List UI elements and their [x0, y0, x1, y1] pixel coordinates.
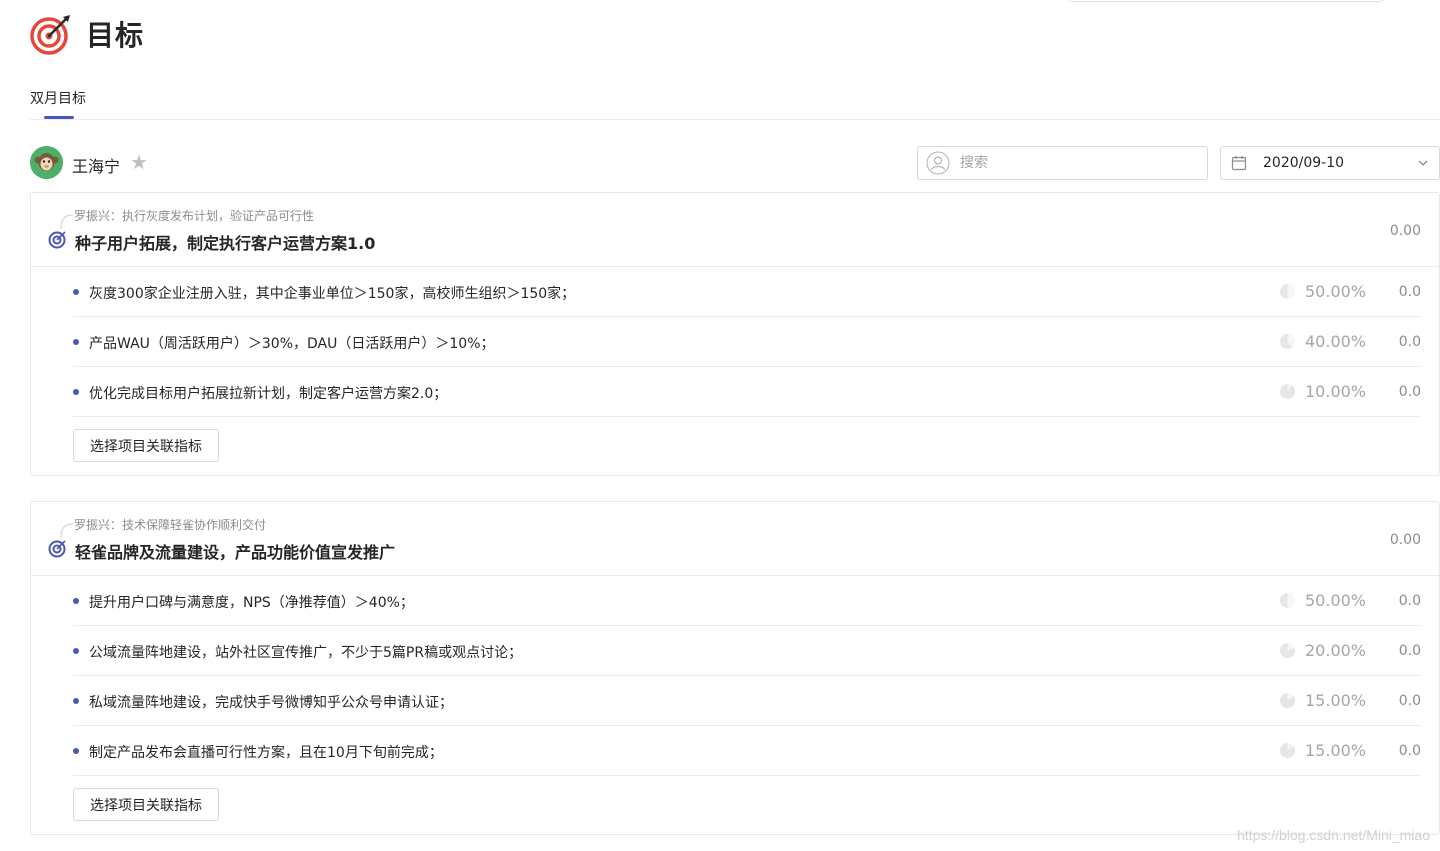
key-result-weight: 10.00% [1305, 382, 1367, 401]
tab-bar: 双月目标 [30, 86, 1440, 120]
date-value: 2020/09-10 [1263, 155, 1345, 171]
objective-title[interactable]: 轻雀品牌及流量建设，产品功能价值宣发推广 [75, 539, 395, 563]
bullet-icon [73, 748, 79, 754]
monkey-avatar-icon [30, 146, 63, 179]
select-linked-metrics-button[interactable]: 选择项目关联指标 [73, 788, 219, 821]
key-result-text: 公域流量阵地建设，站外社区宣传推广，不少于5篇PR稿或观点讨论； [89, 645, 523, 661]
weight-pie-icon [1280, 593, 1295, 608]
key-result-score: 0.0 [1398, 334, 1421, 350]
bullet-icon [73, 598, 79, 604]
objective-target-icon [48, 231, 66, 249]
key-result-weight: 15.00% [1305, 691, 1367, 710]
favorite-star-icon[interactable]: ★ [130, 152, 148, 172]
objective-card: 罗振兴：技术保障轻雀协作顺利交付 轻雀品牌及流量建设，产品功能价值宣发推广 0.… [30, 501, 1440, 835]
bullet-icon [73, 698, 79, 704]
objective-score: 0.00 [1389, 532, 1421, 548]
parent-link-icon [60, 214, 74, 230]
key-result-text: 制定产品发布会直播可行性方案，且在10月下旬前完成； [89, 745, 443, 761]
bullet-icon [73, 339, 79, 345]
key-result-score: 0.0 [1398, 384, 1421, 400]
key-result-row[interactable]: 提升用户口碑与满意度，NPS（净推荐值）＞40%； 50.00% 0.0 [73, 576, 1421, 626]
bullet-icon [73, 648, 79, 654]
weight-pie-icon [1280, 693, 1295, 708]
key-result-row[interactable]: 公域流量阵地建设，站外社区宣传推广，不少于5篇PR稿或观点讨论； 20.00% … [73, 626, 1421, 676]
page-header: 目标 [30, 12, 144, 56]
key-result-weight: 15.00% [1305, 741, 1367, 760]
calendar-icon [1231, 156, 1247, 171]
key-result-text: 产品WAU（周活跃用户）＞30%，DAU（日活跃用户）＞10%； [89, 336, 495, 352]
key-result-weight: 40.00% [1305, 332, 1367, 351]
parent-link-icon [60, 523, 74, 539]
weight-pie-icon [1280, 643, 1295, 658]
key-result-row[interactable]: 灰度300家企业注册入驻，其中企事业单位＞150家，高校师生组织＞150家； 5… [73, 267, 1421, 317]
key-result-score: 0.0 [1398, 643, 1421, 659]
key-result-row[interactable]: 产品WAU（周活跃用户）＞30%，DAU（日活跃用户）＞10%； 40.00% … [73, 317, 1421, 367]
bullet-icon [73, 289, 79, 295]
page-title: 目标 [86, 19, 145, 52]
objective-header[interactable]: 罗振兴：执行灰度发布计划，验证产品可行性 种子用户拓展，制定执行客户运营方案1.… [31, 193, 1439, 267]
key-result-score: 0.0 [1398, 693, 1421, 709]
key-result-text: 私域流量阵地建设，完成快手号微博知乎公众号申请认证； [89, 695, 453, 711]
search-input[interactable] [960, 155, 1180, 171]
key-result-row[interactable]: 私域流量阵地建设，完成快手号微博知乎公众号申请认证； 15.00% 0.0 [73, 676, 1421, 726]
key-result-row[interactable]: 优化完成目标用户拓展拉新计划，制定客户运营方案2.0； 10.00% 0.0 [73, 367, 1421, 417]
objective-target-icon [48, 540, 66, 558]
weight-pie-icon [1280, 284, 1295, 299]
key-result-score: 0.0 [1398, 284, 1421, 300]
owner-bar: 王海宁 ★ 2020/09-10 [30, 146, 1440, 180]
key-result-score: 0.0 [1398, 593, 1421, 609]
avatar[interactable] [30, 146, 63, 179]
date-picker[interactable]: 2020/09-10 [1220, 146, 1440, 180]
objective-card: 罗振兴：执行灰度发布计划，验证产品可行性 种子用户拓展，制定执行客户运营方案1.… [30, 192, 1440, 476]
key-result-weight: 20.00% [1305, 641, 1367, 660]
top-input-fragment [1068, 0, 1384, 2]
select-linked-metrics-button[interactable]: 选择项目关联指标 [73, 429, 219, 462]
active-tab-indicator [44, 116, 74, 119]
parent-objective: 罗振兴：执行灰度发布计划，验证产品可行性 [74, 209, 315, 223]
chevron-down-icon [1418, 160, 1428, 166]
pie-slice [1287, 284, 1295, 299]
owner-name: 王海宁 [72, 157, 121, 176]
user-search-icon [926, 151, 950, 175]
target-logo-icon [30, 15, 70, 55]
objective-title[interactable]: 种子用户拓展，制定执行客户运营方案1.0 [75, 230, 375, 254]
key-result-text: 提升用户口碑与满意度，NPS（净推荐值）＞40%； [89, 595, 414, 611]
key-result-text: 优化完成目标用户拓展拉新计划，制定客户运营方案2.0； [89, 386, 448, 402]
weight-pie-icon [1280, 384, 1295, 399]
weight-pie-icon [1280, 334, 1296, 349]
search-box [917, 146, 1208, 180]
tab-bimonthly-goals[interactable]: 双月目标 [30, 88, 86, 108]
watermark: https://blog.csdn.net/Mini_miao [1237, 827, 1430, 843]
key-result-weight: 50.00% [1305, 282, 1367, 301]
key-result-text: 灰度300家企业注册入驻，其中企事业单位＞150家，高校师生组织＞150家； [89, 286, 576, 302]
parent-objective: 罗振兴：技术保障轻雀协作顺利交付 [74, 518, 267, 532]
pie-slice [1287, 593, 1295, 608]
key-result-weight: 50.00% [1305, 591, 1367, 610]
weight-pie-icon [1280, 743, 1295, 758]
key-result-row[interactable]: 制定产品发布会直播可行性方案，且在10月下旬前完成； 15.00% 0.0 [73, 726, 1421, 776]
objective-header[interactable]: 罗振兴：技术保障轻雀协作顺利交付 轻雀品牌及流量建设，产品功能价值宣发推广 0.… [31, 502, 1439, 576]
bullet-icon [73, 389, 79, 395]
key-result-score: 0.0 [1398, 743, 1421, 759]
objective-score: 0.00 [1389, 223, 1421, 239]
